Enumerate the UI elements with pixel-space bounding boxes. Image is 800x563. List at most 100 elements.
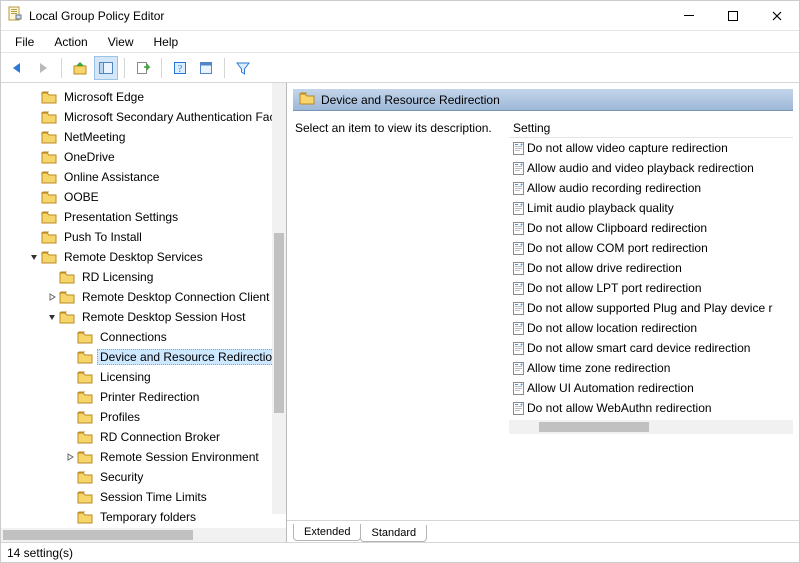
setting-item[interactable]: Do not allow drive redirection: [509, 258, 793, 278]
setting-item[interactable]: Do not allow location redirection: [509, 318, 793, 338]
tree-item[interactable]: Remote Desktop Session Host: [1, 307, 286, 327]
menu-file[interactable]: File: [5, 33, 44, 51]
export-button[interactable]: [131, 56, 155, 80]
scrollbar-thumb[interactable]: [539, 422, 649, 432]
chevron-down-icon[interactable]: [45, 312, 59, 322]
folder-icon: [77, 410, 93, 424]
tree-item[interactable]: RD Licensing: [1, 267, 286, 287]
folder-icon: [41, 210, 57, 224]
tree-item[interactable]: OOBE: [1, 187, 286, 207]
policy-icon: [511, 381, 525, 395]
folder-icon: [59, 290, 75, 304]
toolbar-separator: [124, 58, 125, 78]
folder-icon: [41, 230, 57, 244]
setting-item[interactable]: Do not allow Clipboard redirection: [509, 218, 793, 238]
forward-button[interactable]: [31, 56, 55, 80]
setting-item[interactable]: Limit audio playback quality: [509, 198, 793, 218]
description-column: Select an item to view its description.: [293, 113, 509, 520]
chevron-right-icon[interactable]: [45, 292, 59, 302]
menu-action[interactable]: Action: [44, 33, 97, 51]
statusbar: 14 setting(s): [1, 542, 799, 562]
setting-item[interactable]: Do not allow video capture redirection: [509, 138, 793, 158]
setting-item[interactable]: Allow audio recording redirection: [509, 178, 793, 198]
show-tree-button[interactable]: [94, 56, 118, 80]
tree-item[interactable]: Licensing: [1, 367, 286, 387]
settings-column-header[interactable]: Setting: [509, 119, 793, 138]
tree-item[interactable]: Temporary folders: [1, 507, 286, 527]
chevron-down-icon[interactable]: [27, 252, 41, 262]
tree-item[interactable]: Online Assistance: [1, 167, 286, 187]
setting-item[interactable]: Allow UI Automation redirection: [509, 378, 793, 398]
tree-item[interactable]: Security: [1, 467, 286, 487]
tree-vertical-scrollbar[interactable]: [272, 83, 286, 514]
toolbar-separator: [224, 58, 225, 78]
tree-item[interactable]: Remote Session Environment: [1, 447, 286, 467]
tree-item[interactable]: Connections: [1, 327, 286, 347]
folder-icon: [77, 490, 93, 504]
settings-horizontal-scrollbar[interactable]: [509, 420, 793, 434]
tab-standard[interactable]: Standard: [360, 525, 427, 542]
toolbar-separator: [61, 58, 62, 78]
tree-item[interactable]: Push To Install: [1, 227, 286, 247]
properties-button[interactable]: [194, 56, 218, 80]
back-button[interactable]: [5, 56, 29, 80]
tab-extended[interactable]: Extended: [293, 524, 361, 541]
filter-button[interactable]: [231, 56, 255, 80]
tree-item[interactable]: Profiles: [1, 407, 286, 427]
setting-item-label: Do not allow drive redirection: [527, 261, 682, 275]
setting-item[interactable]: Do not allow COM port redirection: [509, 238, 793, 258]
policy-icon: [511, 201, 525, 215]
tree-item[interactable]: Presentation Settings: [1, 207, 286, 227]
scrollbar-thumb[interactable]: [274, 233, 284, 413]
folder-icon: [77, 370, 93, 384]
setting-item[interactable]: Allow time zone redirection: [509, 358, 793, 378]
setting-item[interactable]: Do not allow smart card device redirecti…: [509, 338, 793, 358]
tree-item[interactable]: Remote Desktop Services: [1, 247, 286, 267]
folder-icon: [77, 330, 93, 344]
setting-item-label: Do not allow Clipboard redirection: [527, 221, 707, 235]
setting-item[interactable]: Do not allow WebAuthn redirection: [509, 398, 793, 418]
settings-list[interactable]: Do not allow video capture redirectionAl…: [509, 138, 793, 418]
tree-item[interactable]: Microsoft Secondary Authentication Fact: [1, 107, 286, 127]
folder-icon: [41, 130, 57, 144]
setting-item-label: Allow audio recording redirection: [527, 181, 701, 195]
tree-item[interactable]: NetMeeting: [1, 127, 286, 147]
scrollbar-thumb[interactable]: [3, 530, 193, 540]
tree-item[interactable]: Device and Resource Redirection: [1, 347, 286, 367]
policy-icon: [511, 401, 525, 415]
menu-view[interactable]: View: [98, 33, 144, 51]
policy-icon: [511, 281, 525, 295]
tree-item-label: Presentation Settings: [61, 209, 181, 225]
close-button[interactable]: [755, 1, 799, 31]
tree-item[interactable]: Remote Desktop Connection Client: [1, 287, 286, 307]
tree[interactable]: Microsoft EdgeMicrosoft Secondary Authen…: [1, 87, 286, 528]
chevron-right-icon[interactable]: [63, 452, 77, 462]
setting-item[interactable]: Do not allow LPT port redirection: [509, 278, 793, 298]
tree-item[interactable]: Microsoft Edge: [1, 87, 286, 107]
tree-horizontal-scrollbar[interactable]: [1, 528, 286, 542]
up-button[interactable]: [68, 56, 92, 80]
tree-item-label: Remote Desktop Connection Client: [79, 289, 272, 305]
tree-item[interactable]: RD Connection Broker: [1, 427, 286, 447]
policy-icon: [511, 141, 525, 155]
folder-icon: [41, 190, 57, 204]
toolbar-separator: [161, 58, 162, 78]
tree-item[interactable]: Session Time Limits: [1, 487, 286, 507]
svg-text:?: ?: [178, 64, 183, 75]
policy-icon: [511, 261, 525, 275]
setting-item[interactable]: Do not allow supported Plug and Play dev…: [509, 298, 793, 318]
help-button[interactable]: ?: [168, 56, 192, 80]
details-pane: Device and Resource Redirection Select a…: [287, 83, 799, 542]
policy-icon: [511, 241, 525, 255]
folder-icon: [77, 350, 93, 364]
menu-help[interactable]: Help: [144, 33, 189, 51]
setting-item-label: Allow UI Automation redirection: [527, 381, 694, 395]
maximize-button[interactable]: [711, 1, 755, 31]
tree-item-label: Remote Session Environment: [97, 449, 262, 465]
minimize-button[interactable]: [667, 1, 711, 31]
tree-item[interactable]: Printer Redirection: [1, 387, 286, 407]
tree-item[interactable]: OneDrive: [1, 147, 286, 167]
setting-item[interactable]: Allow audio and video playback redirecti…: [509, 158, 793, 178]
tree-item-label: OneDrive: [61, 149, 118, 165]
folder-icon: [77, 450, 93, 464]
